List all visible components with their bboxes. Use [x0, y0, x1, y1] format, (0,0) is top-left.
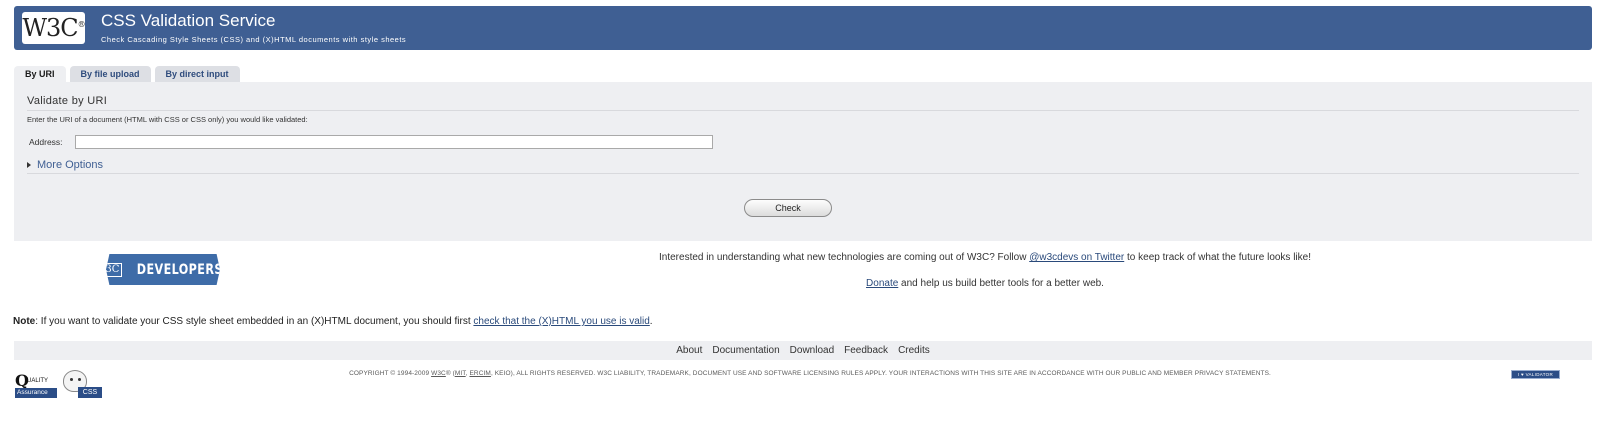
qa-assurance: Assurance — [15, 388, 57, 398]
page-subtitle: Check Cascading Style Sheets (CSS) and (… — [101, 34, 407, 44]
tab-bar: By URI By file upload By direct input — [14, 66, 242, 82]
css-logo[interactable]: CSS — [60, 370, 102, 400]
copyright: COPYRIGHT © 1994-2009 W3C® (MIT, ERCIM, … — [240, 370, 1380, 377]
footer-nav: About Documentation Download Feedback Cr… — [14, 341, 1592, 360]
divider — [27, 110, 1579, 111]
promo-text: Interested in understanding what new tec… — [659, 252, 1030, 263]
w3c-developers-logo[interactable]: W3C DEVELOPERS — [106, 254, 220, 285]
note: Note: If you want to validate your CSS s… — [13, 316, 653, 327]
copyright-text: , KEIO), ALL RIGHTS RESERVED. W3C LIABIL… — [490, 370, 1271, 377]
address-input[interactable] — [75, 135, 713, 149]
i-love-validator-badge[interactable]: I ♥ VALIDATOR — [1511, 370, 1560, 379]
twitter-link[interactable]: @w3cdevs on Twitter — [1029, 252, 1124, 263]
dev-logo-developers: DEVELOPERS — [137, 261, 224, 278]
divider — [27, 173, 1579, 174]
promo-text: to keep track of what the future looks l… — [1124, 252, 1311, 263]
dev-logo-w3c: W3C — [106, 262, 123, 277]
header-banner: W3C® CSS Validation Service Check Cascad… — [14, 6, 1592, 50]
address-label: Address: — [29, 137, 63, 147]
tab-by-file-upload[interactable]: By file upload — [69, 66, 151, 82]
tab-by-uri[interactable]: By URI — [14, 66, 66, 82]
page-title: CSS Validation Service — [101, 10, 276, 30]
instructions: Enter the URI of a document (HTML with C… — [27, 115, 308, 124]
check-html-link[interactable]: check that the (X)HTML you use is valid — [473, 316, 649, 327]
qa-uality: UALITY — [27, 378, 49, 384]
copyright-text: COPYRIGHT © 1994-2009 — [349, 370, 432, 377]
footer-link-about[interactable]: About — [676, 345, 702, 356]
note-end: . — [649, 316, 653, 327]
w3c-link[interactable]: W3C — [431, 370, 446, 377]
donate-promo: Donate and help us build better tools fo… — [420, 278, 1550, 289]
css-logo-text: CSS — [78, 387, 102, 398]
quality-assurance-logo[interactable]: Q UALITY Assurance — [15, 373, 57, 398]
footer-link-documentation[interactable]: Documentation — [712, 345, 779, 356]
validate-by-uri-panel: Validate by URI Enter the URI of a docum… — [14, 82, 1592, 241]
donate-text: and help us build better tools for a bet… — [898, 278, 1104, 289]
footer-link-feedback[interactable]: Feedback — [844, 345, 888, 356]
mit-link[interactable]: MIT — [455, 370, 466, 377]
banner-text: CSS Validation Service Check Cascading S… — [101, 11, 406, 46]
ercim-link[interactable]: ERCIM — [469, 370, 490, 377]
twitter-promo: Interested in understanding what new tec… — [420, 252, 1550, 263]
more-options-toggle[interactable]: More Options — [27, 159, 103, 171]
more-options-label: More Options — [37, 159, 104, 171]
panel-heading: Validate by URI — [27, 95, 108, 107]
tab-by-direct-input[interactable]: By direct input — [154, 66, 240, 82]
donate-link[interactable]: Donate — [866, 278, 898, 289]
w3c-logo-text: W3C® — [22, 14, 85, 42]
footer-link-download[interactable]: Download — [790, 345, 834, 356]
copyright-text: ® ( — [445, 370, 455, 377]
note-text: : If you want to validate your CSS style… — [35, 316, 474, 327]
check-button[interactable]: Check — [744, 199, 832, 217]
footer-link-credits[interactable]: Credits — [898, 345, 930, 356]
w3c-logo[interactable]: W3C® — [22, 12, 86, 44]
expand-triangle-icon — [27, 162, 31, 168]
note-label: Note — [13, 316, 36, 327]
